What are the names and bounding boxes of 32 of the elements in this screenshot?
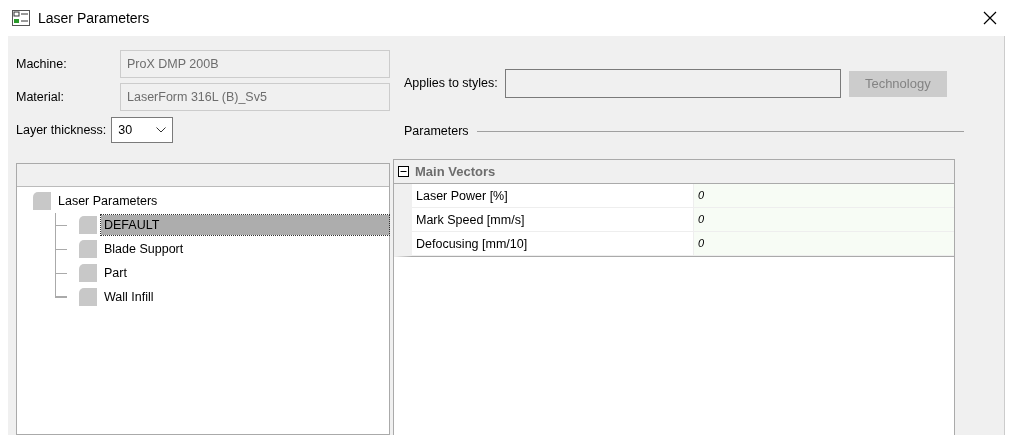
folder-icon <box>79 240 97 258</box>
folder-icon <box>79 264 97 282</box>
tree-item[interactable]: Part <box>101 262 130 284</box>
chevron-down-icon <box>156 127 167 133</box>
window-title: Laser Parameters <box>38 8 150 28</box>
tree-connector <box>55 224 67 226</box>
folder-icon <box>79 216 97 234</box>
group-title: Main Vectors <box>415 162 496 181</box>
close-icon <box>983 11 997 25</box>
property-value[interactable]: 0 <box>694 231 954 255</box>
folder-icon <box>79 288 97 306</box>
property-value[interactable]: 0 <box>694 183 954 207</box>
property-value[interactable]: 0 <box>694 207 954 231</box>
section-label: Parameters <box>404 123 469 140</box>
tree-connector <box>55 296 67 298</box>
folder-icon <box>33 192 51 210</box>
tree-item[interactable]: DEFAULT <box>101 214 389 236</box>
layer-thickness-dropdown[interactable]: 30 <box>111 117 174 143</box>
field-label: Layer thickness: <box>16 121 107 139</box>
field-label: Material: <box>16 88 65 106</box>
styles-field[interactable] <box>504 69 841 98</box>
tree-item[interactable]: Blade Support <box>101 238 187 260</box>
text-field: LaserForm 316L (B)_Sv5 <box>120 83 390 111</box>
field-label: Applies to styles: <box>404 75 498 93</box>
collapse-icon[interactable] <box>398 165 409 177</box>
tree-item[interactable]: Wall Infill <box>101 286 157 308</box>
text-field: ProX DMP 200B <box>120 50 390 78</box>
tree-item[interactable]: Laser Parameters <box>55 190 161 212</box>
tree-connector <box>55 248 67 250</box>
tree-connector <box>55 272 67 274</box>
field-label: Machine: <box>16 55 68 73</box>
window-icon <box>12 10 30 26</box>
